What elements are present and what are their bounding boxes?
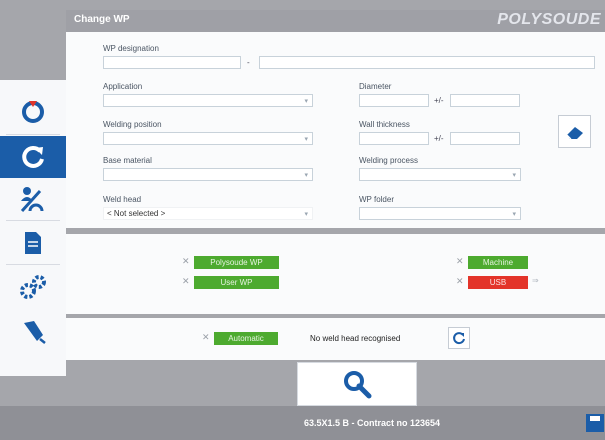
- title-bar: Change WP POLYSOUDE: [66, 10, 605, 32]
- chevron-down-icon: ▾: [512, 172, 516, 179]
- document-icon: [25, 232, 41, 254]
- wp-form: WP designation - Application ▾ Diameter …: [66, 32, 605, 228]
- app-window: Change WP POLYSOUDE WP designation - App…: [0, 0, 605, 440]
- diameter-label: Diameter: [359, 82, 392, 91]
- sidebar-item-settings[interactable]: [0, 266, 66, 308]
- usb-arrow-icon: ⇒: [532, 276, 539, 285]
- automatic-toggle[interactable]: Automatic: [214, 332, 278, 345]
- program-icon: [22, 101, 44, 123]
- wp-folder-select[interactable]: ▾: [359, 207, 521, 220]
- weld-head-icon: [20, 187, 44, 213]
- sidebar-divider: [6, 264, 60, 265]
- settings-gears-icon: [20, 275, 46, 299]
- wp-designation-label: WP designation: [103, 44, 159, 53]
- sidebar-item-probe[interactable]: [0, 310, 66, 352]
- probe-icon: [24, 321, 46, 344]
- base-material-select[interactable]: ▾: [103, 168, 313, 181]
- diameter-input[interactable]: [359, 94, 429, 107]
- clear-form-button[interactable]: [558, 115, 591, 148]
- wall-thickness-tolerance-label: +/-: [434, 134, 444, 143]
- welding-process-label: Welding process: [359, 156, 418, 165]
- save-disk-icon[interactable]: [586, 414, 604, 432]
- wall-thickness-input[interactable]: [359, 132, 429, 145]
- refresh-icon: [453, 332, 465, 345]
- refresh-button[interactable]: [448, 327, 470, 349]
- status-bar: 63.5X1.5 B - Contract no 123654: [0, 406, 605, 440]
- sidebar-item-document[interactable]: [0, 222, 66, 264]
- wall-thickness-label: Wall thickness: [359, 120, 410, 129]
- chevron-down-icon: ▾: [304, 172, 308, 179]
- sidebar-item-weld-head[interactable]: [0, 178, 66, 220]
- automatic-checkbox[interactable]: ✕: [202, 332, 210, 343]
- brand-logo: POLYSOUDE: [497, 11, 601, 28]
- application-select[interactable]: ▾: [103, 94, 313, 107]
- welding-process-select[interactable]: ▾: [359, 168, 521, 181]
- usb-checkbox[interactable]: ✕: [456, 276, 464, 287]
- user-wp-toggle[interactable]: User WP: [194, 276, 279, 289]
- source-filter-panel: ✕ Polysoude WP ✕ User WP ✕ Machine ✕ USB…: [66, 234, 605, 314]
- wp-folder-label: WP folder: [359, 195, 394, 204]
- sidebar-item-program[interactable]: [0, 90, 66, 132]
- search-button[interactable]: [297, 362, 417, 406]
- wall-thickness-tolerance-input[interactable]: [450, 132, 520, 145]
- chevron-down-icon: ▾: [512, 211, 516, 218]
- chevron-down-icon: ▾: [304, 98, 308, 105]
- polysoude-wp-toggle[interactable]: Polysoude WP: [194, 256, 279, 269]
- wp-designation-suffix-input[interactable]: [259, 56, 595, 69]
- wp-designation-separator: -: [247, 58, 250, 67]
- chevron-down-icon: ▾: [304, 211, 308, 218]
- sidebar: [0, 80, 66, 376]
- weld-head-select[interactable]: < Not selected > ▾: [103, 207, 313, 220]
- usb-toggle[interactable]: USB: [468, 276, 528, 289]
- wp-designation-prefix-input[interactable]: [103, 56, 241, 69]
- sidebar-divider: [6, 220, 60, 221]
- machine-toggle[interactable]: Machine: [468, 256, 528, 269]
- machine-checkbox[interactable]: ✕: [456, 256, 464, 267]
- weld-head-value: < Not selected >: [107, 209, 166, 218]
- diameter-tolerance-input[interactable]: [450, 94, 520, 107]
- page-title: Change WP: [74, 14, 130, 25]
- weld-head-label: Weld head: [103, 195, 142, 204]
- application-label: Application: [103, 82, 143, 91]
- welding-position-select[interactable]: ▾: [103, 132, 313, 145]
- sidebar-divider: [6, 134, 60, 135]
- weld-head-status: No weld head recognised: [310, 334, 401, 343]
- welding-position-label: Welding position: [103, 120, 162, 129]
- sidebar-item-change-wp[interactable]: [0, 136, 66, 178]
- polysoude-wp-checkbox[interactable]: ✕: [182, 256, 190, 267]
- contract-info: 63.5X1.5 B - Contract no 123654: [304, 418, 441, 428]
- search-icon: [344, 371, 372, 399]
- diameter-tolerance-label: +/-: [434, 96, 444, 105]
- refresh-cycle-icon: [22, 145, 44, 168]
- weld-head-connection-row: ✕ Automatic No weld head recognised: [66, 318, 605, 360]
- user-wp-checkbox[interactable]: ✕: [182, 276, 190, 287]
- base-material-label: Base material: [103, 156, 152, 165]
- eraser-icon: [566, 126, 583, 139]
- chevron-down-icon: ▾: [304, 136, 308, 143]
